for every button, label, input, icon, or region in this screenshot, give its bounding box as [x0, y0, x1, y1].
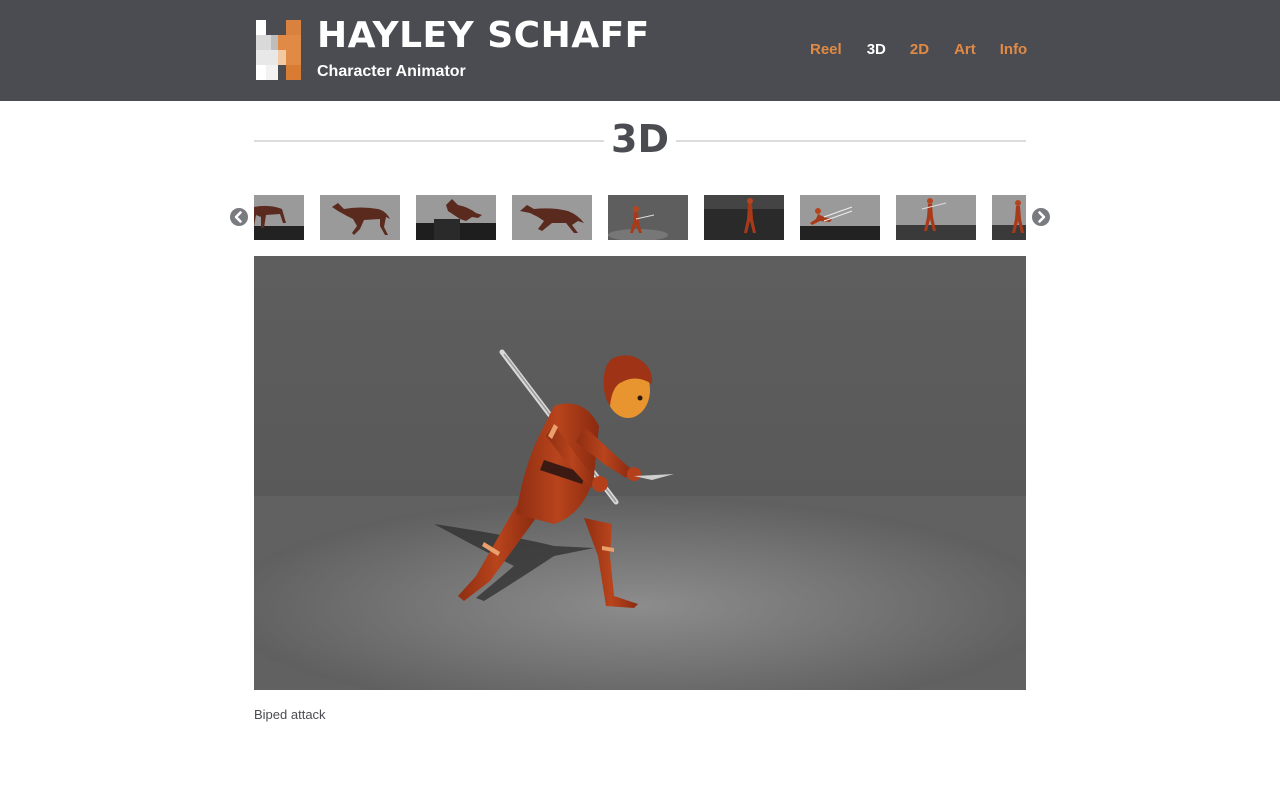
thumbnail-2[interactable] [320, 195, 400, 240]
title-rule-left [254, 140, 604, 142]
nav-item-3d[interactable]: 3D [867, 41, 886, 58]
logo-mark[interactable] [256, 20, 301, 80]
biped-attack-render [254, 256, 1026, 690]
thumbnail-6[interactable] [704, 195, 784, 240]
brand-subtitle: Character Animator [317, 63, 466, 80]
main-image-viewer[interactable] [254, 256, 1026, 690]
image-caption: Biped attack [254, 707, 326, 722]
section-header: 3D [254, 117, 1026, 165]
nav-item-2d[interactable]: 2D [910, 41, 929, 58]
title-rule-right [676, 140, 1026, 142]
thumbnail-9[interactable] [992, 195, 1026, 240]
thumbnail-strip [254, 195, 1026, 241]
nav-item-info[interactable]: Info [1000, 41, 1028, 58]
thumbnail-1[interactable] [254, 195, 304, 240]
nav-item-reel[interactable]: Reel [810, 41, 842, 58]
thumbnail-8[interactable] [896, 195, 976, 240]
section-title: 3D [611, 117, 669, 161]
chevron-left-icon [234, 211, 242, 223]
thumbnail-7[interactable] [800, 195, 880, 240]
nav-item-art[interactable]: Art [954, 41, 976, 58]
next-arrow-button[interactable] [1032, 208, 1050, 226]
brand-name[interactable]: HAYLEY SCHAFF [317, 15, 650, 56]
prev-arrow-button[interactable] [230, 208, 248, 226]
site-header: HAYLEY SCHAFF Character Animator Reel 3D… [0, 0, 1280, 101]
thumbnail-4[interactable] [512, 195, 592, 240]
chevron-right-icon [1038, 211, 1046, 223]
thumbnail-3[interactable] [416, 195, 496, 240]
main-nav: Reel 3D 2D Art Info [810, 41, 1027, 58]
thumbnail-5[interactable] [608, 195, 688, 240]
